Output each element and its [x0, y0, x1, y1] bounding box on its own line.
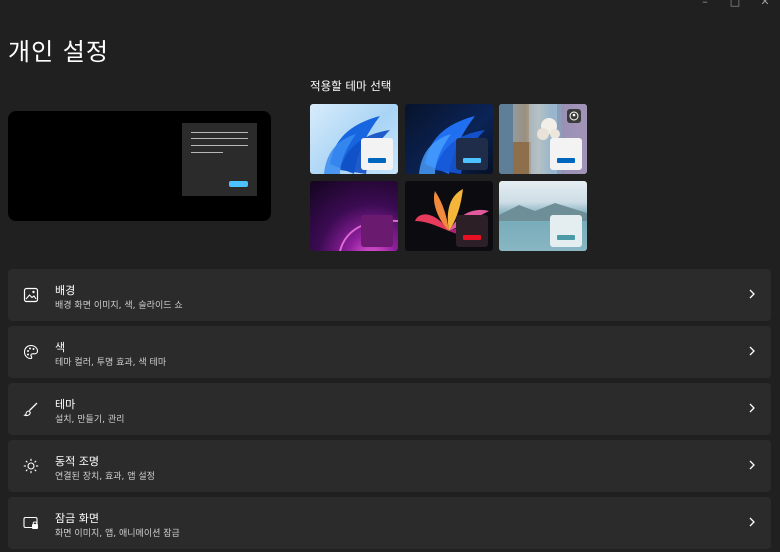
tile-window [361, 215, 393, 247]
tile-accent [368, 158, 386, 163]
theme-tile-captured-motion[interactable] [405, 181, 493, 251]
theme-tile-lake[interactable] [499, 181, 587, 251]
preview-window [182, 123, 257, 196]
theme-tile-purple-glow[interactable] [310, 181, 398, 251]
tile-window [361, 138, 393, 170]
chevron-right-icon [749, 460, 755, 470]
themes-heading: 적용할 테마 선택 [310, 79, 392, 93]
theme-tile-windows-light[interactable] [310, 104, 398, 174]
brush-icon [22, 400, 40, 418]
settings-item-desc: 화면 이미지, 앱, 애니메이션 잠금 [55, 529, 180, 539]
chevron-right-icon [749, 517, 755, 527]
tile-accent [557, 235, 575, 240]
tile-accent [557, 158, 575, 163]
theme-tile-windows-dark[interactable] [405, 104, 493, 174]
settings-item-desc: 배경 화면 이미지, 색, 슬라이드 쇼 [55, 301, 183, 311]
dynamic-lighting-icon [22, 457, 40, 475]
settings-item-title: 배경 [55, 284, 76, 297]
theme-tile-spotlight[interactable] [499, 104, 587, 174]
chevron-right-icon [749, 289, 755, 299]
preview-line [191, 138, 248, 139]
palette-icon [22, 343, 40, 361]
settings-item-color[interactable]: 색 테마 컬러, 투명 효과, 색 테마 [8, 326, 771, 378]
preview-line [191, 132, 248, 133]
settings-item-title: 색 [55, 341, 66, 354]
theme-preview [8, 111, 271, 221]
window-controls: – □ ✕ [690, 0, 780, 8]
close-button[interactable]: ✕ [750, 0, 780, 8]
settings-item-dynamic-lighting[interactable]: 동적 조명 연결된 장치, 효과, 앱 설정 [8, 440, 771, 492]
maximize-button[interactable]: □ [720, 0, 750, 8]
settings-item-title: 테마 [55, 398, 76, 411]
tile-window [550, 215, 582, 247]
settings-item-themes[interactable]: 테마 설치, 만들기, 관리 [8, 383, 771, 435]
lock-screen-icon [22, 514, 40, 532]
settings-item-desc: 테마 컬러, 투명 효과, 색 테마 [55, 358, 167, 368]
preview-line [191, 145, 248, 146]
tile-accent [463, 158, 481, 163]
tile-window [456, 138, 488, 170]
tile-window [456, 215, 488, 247]
settings-item-background[interactable]: 배경 배경 화면 이미지, 색, 슬라이드 쇼 [8, 269, 771, 321]
minimize-button[interactable]: – [690, 0, 720, 8]
settings-item-title: 잠금 화면 [55, 512, 99, 525]
chevron-right-icon [749, 403, 755, 413]
settings-item-title: 동적 조명 [55, 455, 99, 468]
settings-item-desc: 설치, 만들기, 관리 [55, 415, 125, 425]
tile-accent [463, 235, 481, 240]
preview-accent-button [229, 181, 248, 187]
image-icon [22, 286, 40, 304]
tile-window [550, 138, 582, 170]
page-title: 개인 설정 [8, 38, 109, 66]
chevron-right-icon [749, 346, 755, 356]
preview-line [191, 152, 223, 153]
settings-item-lock-screen[interactable]: 잠금 화면 화면 이미지, 앱, 애니메이션 잠금 [8, 497, 771, 549]
spotlight-badge-icon[interactable] [567, 109, 581, 123]
settings-item-desc: 연결된 장치, 효과, 앱 설정 [55, 472, 155, 482]
